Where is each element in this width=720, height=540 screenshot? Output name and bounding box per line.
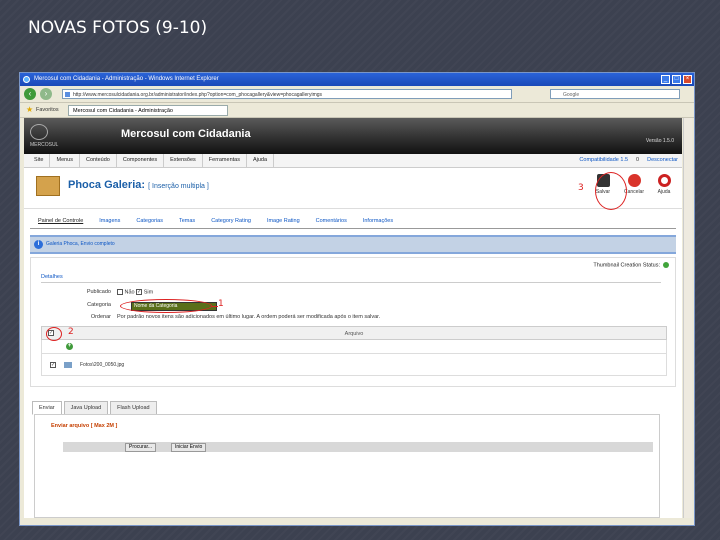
search-input[interactable]: Google [550,89,680,99]
forward-icon[interactable]: › [40,88,52,100]
component-subtitle: [ Inserção multipla ] [148,183,209,190]
tab-flash-upload[interactable]: Flash Upload [110,401,157,415]
ordering-row: Ordenar Por padrão novos itens são adici… [41,314,661,322]
tab-category-rating[interactable]: Category Rating [203,215,259,228]
favorites-star-icon[interactable]: ★ [26,103,33,117]
ordering-note: Por padrão novos itens são adicionados e… [117,314,381,320]
published-label: Publicado [86,289,111,295]
annotation-number-1: 1 [218,299,224,309]
annotation-number-3: 3 [578,183,584,193]
add-icon[interactable]: + [66,343,73,350]
thumbnail-status: Thumbnail Creation Status: [593,262,669,268]
menu-content[interactable]: Conteúdo [80,154,117,167]
annotation-number-2: 2 [68,327,74,337]
annotation-circle-category [120,299,212,313]
site-name: Mercosul com Cidadania [121,128,251,140]
url-input[interactable]: http://www.mercosulcidadania.org.br/admi… [62,89,512,99]
component-title: Phoca Galeria: [ Inserção multipla ] [68,179,209,191]
info-icon: i [34,240,43,249]
file-table-header: ✓ Arquivo [41,326,667,340]
gallery-package-icon [36,176,60,196]
start-upload-button[interactable]: Iniciar Envio [171,443,207,452]
cancel-x-icon [627,174,641,187]
published-row: Publicado Não ✓ Sim [41,289,341,297]
back-icon[interactable]: ‹ [24,88,36,100]
menu-components[interactable]: Componentes [117,154,165,167]
tab-image-rating[interactable]: Image Rating [259,215,308,228]
message-text: Galeria Phoca, Envio completo [46,241,115,247]
url-text: http://www.mercosulcidadania.org.br/admi… [73,92,323,98]
minimize-icon[interactable]: _ [661,75,670,84]
annotation-circle-save [595,172,627,210]
help-button[interactable]: Ajuda [652,174,676,195]
ie-icon [23,76,30,83]
legend-divider [41,282,661,283]
upload-title: Enviar arquivo [ Max 2M ] [51,423,118,429]
annotation-circle-checkbox [46,327,62,341]
help-label: Ajuda [657,189,671,195]
browse-button[interactable]: Procurar... [125,443,157,452]
status-preview[interactable]: Compatibilidade 1.5 [579,154,628,167]
slide-title: NOVAS FOTOS (9-10) [28,18,208,38]
status-messages[interactable]: 0 [636,154,639,167]
lifebuoy-icon [657,174,671,187]
favorites-bar: ★ Favoritos Mercosul com Cidadania - Adm… [20,103,694,118]
maximize-icon[interactable]: □ [672,75,681,84]
row-checkbox[interactable]: ✓ [50,362,56,368]
file-column-header: Arquivo [344,331,364,337]
logout-link[interactable]: Desconectar [647,154,678,167]
tab-comments[interactable]: Comentários [308,215,355,228]
table-row: ✓ Fotos\200_0050.jpg [41,354,667,376]
menu-site[interactable]: Site [28,154,51,167]
search-placeholder: Google [563,92,580,98]
component-name: Phoca Galeria: [68,179,146,191]
details-panel: Thumbnail Creation Status: Detalhes Publ… [30,257,676,387]
published-no-label: Não [124,289,135,296]
browser-window: Mercosul com Cidadania - Administração -… [19,72,695,526]
message-bar: i Galeria Phoca, Envio completo [30,235,676,254]
upload-tabs: Enviar Java Upload Flash Upload [32,401,157,415]
logo-symbol-icon [30,124,48,140]
published-no-radio[interactable] [117,289,123,295]
browser-title: Mercosul com Cidadania - Administração -… [34,76,219,82]
favorites-label[interactable]: Favoritos [36,103,59,117]
menu-extensions[interactable]: Extensões [164,154,203,167]
tab-themes[interactable]: Temas [171,215,203,228]
file-name[interactable]: Fotos\200_0050.jpg [80,362,124,368]
add-row: + [41,340,667,354]
details-legend: Detalhes [41,274,63,280]
menu-help[interactable]: Ajuda [247,154,275,167]
tab-categories[interactable]: Categorias [128,215,171,228]
admin-menubar: Site Menus Conteúdo Componentes Extensõe… [24,154,682,168]
thumbnail-status-label: Thumbnail Creation Status: [593,262,660,269]
ordering-label: Ordenar [90,314,111,320]
upload-panel: Enviar arquivo [ Max 2M ] Procurar... In… [34,414,660,518]
tab-java-upload[interactable]: Java Upload [63,401,109,415]
published-yes-label: Sim [143,289,154,296]
close-icon[interactable]: × [683,75,692,84]
version-label: Versão 1.5.0 [645,138,674,144]
tab-info[interactable]: Informações [355,215,401,228]
site-logo: MERCOSUL [30,124,58,148]
logo-text: MERCOSUL [30,142,59,148]
tab-images[interactable]: Imagens [91,215,128,228]
category-label: Categoria [87,302,111,308]
published-options: Não ✓ Sim [117,289,153,295]
browser-tab[interactable]: Mercosul com Cidadania - Administração [68,105,228,116]
joomla-header: MERCOSUL Mercosul com Cidadania Versão 1… [24,118,682,154]
address-bar: ‹ › http://www.mercosulcidadania.org.br/… [20,86,694,103]
tab-control-panel[interactable]: Painel de Controle [30,215,91,228]
browser-titlebar: Mercosul com Cidadania - Administração -… [20,73,694,86]
upload-row: Procurar... Iniciar Envio [63,442,653,452]
tab-send[interactable]: Enviar [32,401,62,415]
image-file-icon [64,362,72,368]
page-content: MERCOSUL Mercosul com Cidadania Versão 1… [24,118,682,518]
component-submenu: Painel de Controle Imagens Categorias Te… [30,215,676,229]
menu-tools[interactable]: Ferramentas [203,154,247,167]
menu-menus[interactable]: Menus [50,154,80,167]
vertical-scrollbar[interactable] [683,118,692,518]
status-ok-icon [663,262,669,268]
published-yes-radio[interactable]: ✓ [136,289,143,295]
page-icon [65,92,70,97]
